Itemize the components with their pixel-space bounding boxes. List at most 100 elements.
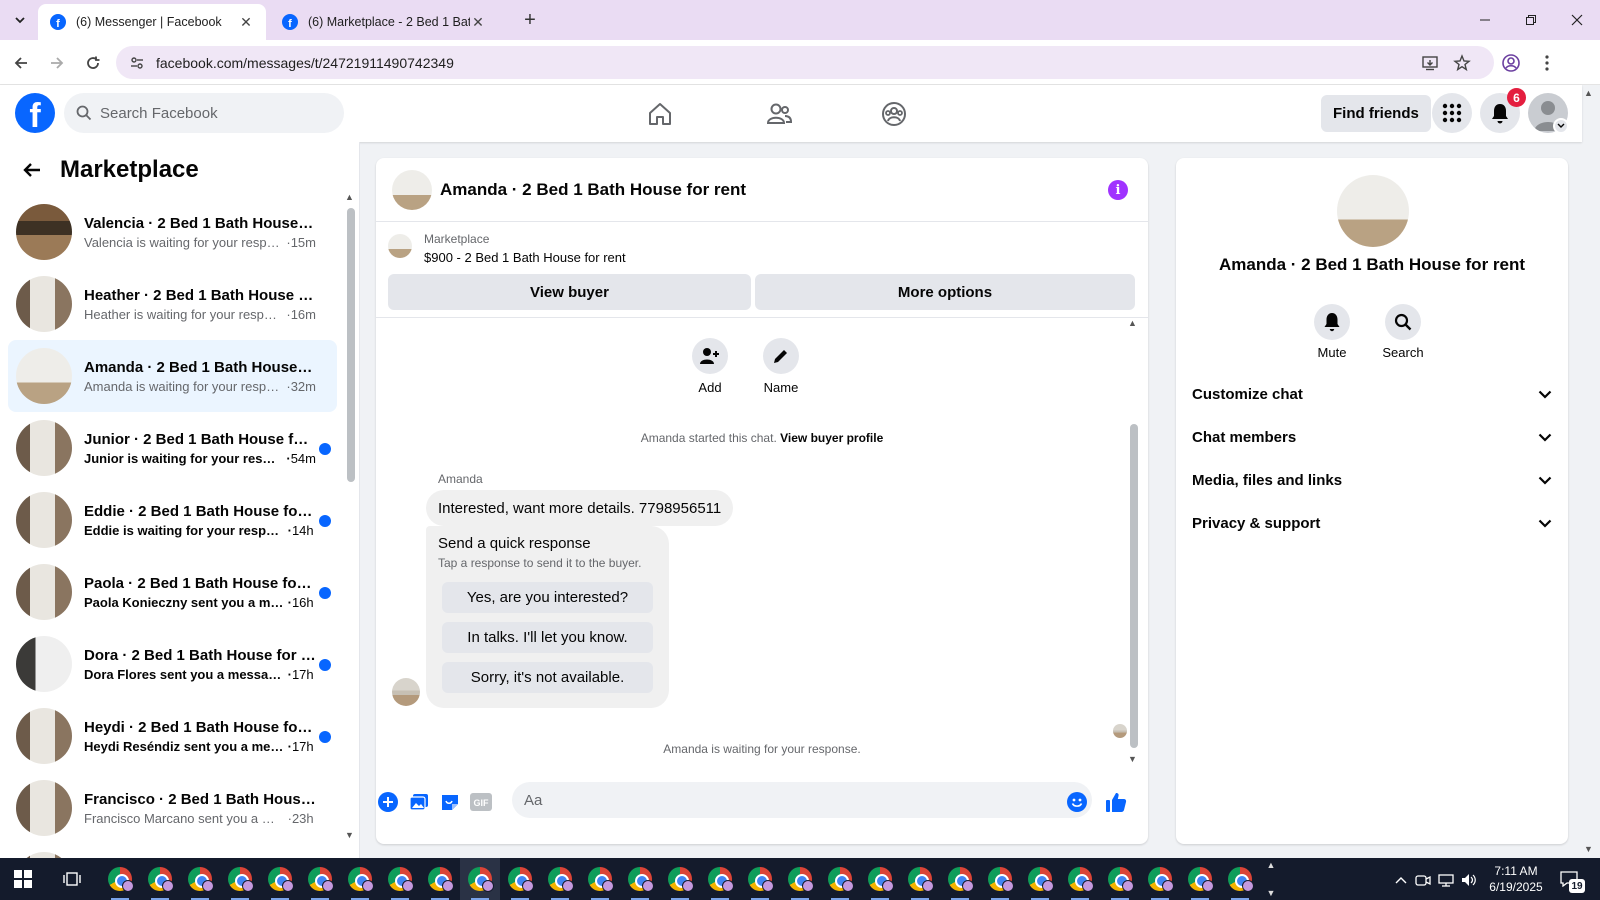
sidebar-scroll-up-icon[interactable]: ▲	[345, 192, 354, 202]
conversation-item[interactable]: Eddie · 2 Bed 1 Bath House for rent Eddie…	[8, 484, 337, 556]
chrome-taskbar-icon[interactable]	[1100, 858, 1140, 900]
taskbar-scroll[interactable]: ▲ ▼	[1264, 860, 1278, 898]
edit-name-pencil-icon[interactable]	[763, 338, 799, 374]
new-tab-icon[interactable]: +	[518, 8, 542, 32]
chrome-taskbar-icon[interactable]	[1020, 858, 1060, 900]
quick-reply-unavailable-button[interactable]: Sorry, it's not available.	[442, 662, 653, 693]
sticker-icon[interactable]	[438, 790, 462, 814]
find-friends-button[interactable]: Find friends	[1321, 95, 1431, 132]
tab-close-icon[interactable]: ✕	[470, 14, 486, 30]
view-buyer-button[interactable]: View buyer	[388, 274, 751, 310]
chrome-taskbar-icon[interactable]	[100, 858, 140, 900]
chrome-taskbar-icon[interactable]	[940, 858, 980, 900]
home-icon[interactable]	[643, 97, 677, 131]
task-view-icon[interactable]	[62, 869, 82, 889]
info-icon[interactable]: i	[1108, 180, 1128, 200]
chrome-taskbar-icon[interactable]	[740, 858, 780, 900]
message-input[interactable]	[524, 791, 1044, 809]
conversation-item-partial[interactable]	[8, 844, 337, 858]
tab-search-chevron-icon[interactable]	[8, 8, 32, 32]
bookmark-star-icon[interactable]	[1450, 51, 1474, 75]
tab-marketplace[interactable]: f (6) Marketplace - 2 Bed 1 Bath House f…	[270, 4, 498, 40]
conversation-item[interactable]: Paola · 2 Bed 1 Bath House for rent Paola…	[8, 556, 337, 628]
chrome-taskbar-icon[interactable]	[1060, 858, 1100, 900]
chrome-taskbar-icon[interactable]	[620, 858, 660, 900]
chrome-taskbar-icon[interactable]	[860, 858, 900, 900]
conversation-item[interactable]: Valencia · 2 Bed 1 Bath House for rent Va…	[8, 196, 337, 268]
mute-bell-icon[interactable]	[1314, 304, 1350, 340]
conversation-item[interactable]: Heydi · 2 Bed 1 Bath House for rent Heydi…	[8, 700, 337, 772]
chrome-taskbar-icon[interactable]	[660, 858, 700, 900]
chat-members-section[interactable]: Chat members	[1192, 417, 1552, 457]
conversation-item[interactable]: Heather · 2 Bed 1 Bath House for rent Hea…	[8, 268, 337, 340]
friends-icon[interactable]	[762, 97, 796, 131]
chrome-taskbar-icon[interactable]	[180, 858, 220, 900]
sidebar-scroll-down-icon[interactable]: ▼	[345, 830, 354, 840]
quick-reply-yes-button[interactable]: Yes, are you interested?	[442, 582, 653, 613]
page-scroll-up-icon[interactable]: ▲	[1584, 88, 1598, 102]
tab-close-icon[interactable]: ✕	[238, 14, 254, 30]
back-icon[interactable]	[8, 50, 34, 76]
account-chevron-icon[interactable]	[1553, 118, 1569, 134]
customize-chat-section[interactable]: Customize chat	[1192, 374, 1552, 414]
chrome-taskbar-icon[interactable]	[540, 858, 580, 900]
taskbar-scroll-up-icon[interactable]: ▲	[1267, 860, 1276, 870]
search-conversation-icon[interactable]	[1385, 304, 1421, 340]
plus-circle-icon[interactable]	[376, 790, 400, 814]
photo-icon[interactable]	[407, 790, 431, 814]
back-arrow-icon[interactable]	[20, 158, 44, 182]
system-clock[interactable]: 7:11 AM 6/19/2025	[1480, 863, 1552, 895]
chrome-taskbar-icon[interactable]	[220, 858, 260, 900]
chrome-taskbar-icon[interactable]	[260, 858, 300, 900]
chrome-taskbar-icon[interactable]	[460, 858, 500, 900]
groups-icon[interactable]	[877, 97, 911, 131]
chrome-taskbar-icon[interactable]	[1180, 858, 1220, 900]
like-thumbs-up-icon[interactable]	[1104, 790, 1128, 814]
windows-start-icon[interactable]	[14, 870, 32, 888]
restore-icon[interactable]	[1508, 6, 1554, 34]
view-buyer-profile-link[interactable]: View buyer profile	[780, 431, 883, 445]
chat-scrollbar[interactable]	[1130, 424, 1138, 748]
chrome-taskbar-icon[interactable]	[820, 858, 860, 900]
tray-overflow-chevron-icon[interactable]	[1392, 871, 1410, 889]
chrome-taskbar-icon[interactable]	[380, 858, 420, 900]
menu-grid-icon[interactable]	[1432, 93, 1472, 133]
chat-scroll-down-icon[interactable]: ▼	[1128, 754, 1137, 764]
minimize-icon[interactable]	[1462, 6, 1508, 34]
chrome-taskbar-icon[interactable]	[300, 858, 340, 900]
conversation-item[interactable]: Junior · 2 Bed 1 Bath House for rent Juni…	[8, 412, 337, 484]
gif-icon[interactable]: GIF	[469, 790, 493, 814]
close-window-icon[interactable]	[1554, 6, 1600, 34]
chrome-taskbar-icon[interactable]	[700, 858, 740, 900]
network-icon[interactable]	[1437, 871, 1455, 889]
volume-icon[interactable]	[1460, 871, 1478, 889]
install-app-icon[interactable]	[1418, 51, 1442, 75]
taskbar-scroll-down-icon[interactable]: ▼	[1267, 888, 1276, 898]
chrome-taskbar-icon[interactable]	[500, 858, 540, 900]
reload-icon[interactable]	[80, 50, 106, 76]
page-scroll-down-icon[interactable]: ▼	[1584, 844, 1593, 854]
privacy-support-section[interactable]: Privacy & support	[1192, 503, 1552, 543]
chrome-taskbar-icon[interactable]	[780, 858, 820, 900]
chrome-taskbar-icon[interactable]	[1140, 858, 1180, 900]
emoji-icon[interactable]	[1065, 790, 1089, 814]
details-avatar[interactable]	[1337, 175, 1409, 247]
chrome-taskbar-icon[interactable]	[580, 858, 620, 900]
facebook-logo-icon[interactable]: f	[15, 93, 55, 133]
chrome-taskbar-icon[interactable]	[900, 858, 940, 900]
quick-reply-talks-button[interactable]: In talks. I'll let you know.	[442, 622, 653, 653]
address-bar[interactable]: facebook.com/messages/t/2472191149074234…	[116, 46, 1494, 79]
chat-scroll-up-icon[interactable]: ▲	[1128, 318, 1137, 328]
more-options-button[interactable]: More options	[755, 274, 1135, 310]
media-files-links-section[interactable]: Media, files and links	[1192, 460, 1552, 500]
conversation-item[interactable]: Amanda · 2 Bed 1 Bath House for rent Aman…	[8, 340, 337, 412]
chat-avatar[interactable]	[392, 169, 432, 210]
profile-icon[interactable]	[1499, 51, 1523, 75]
chat-title[interactable]: Amanda · 2 Bed 1 Bath House for rent	[440, 180, 746, 200]
message-input-box[interactable]	[512, 782, 1092, 818]
chrome-taskbar-icon[interactable]	[1220, 858, 1260, 900]
sidebar-scrollbar[interactable]	[347, 208, 355, 482]
chrome-taskbar-icon[interactable]	[420, 858, 460, 900]
tab-messenger[interactable]: f (6) Messenger | Facebook ✕	[38, 4, 266, 40]
add-person-icon[interactable]	[692, 338, 728, 374]
